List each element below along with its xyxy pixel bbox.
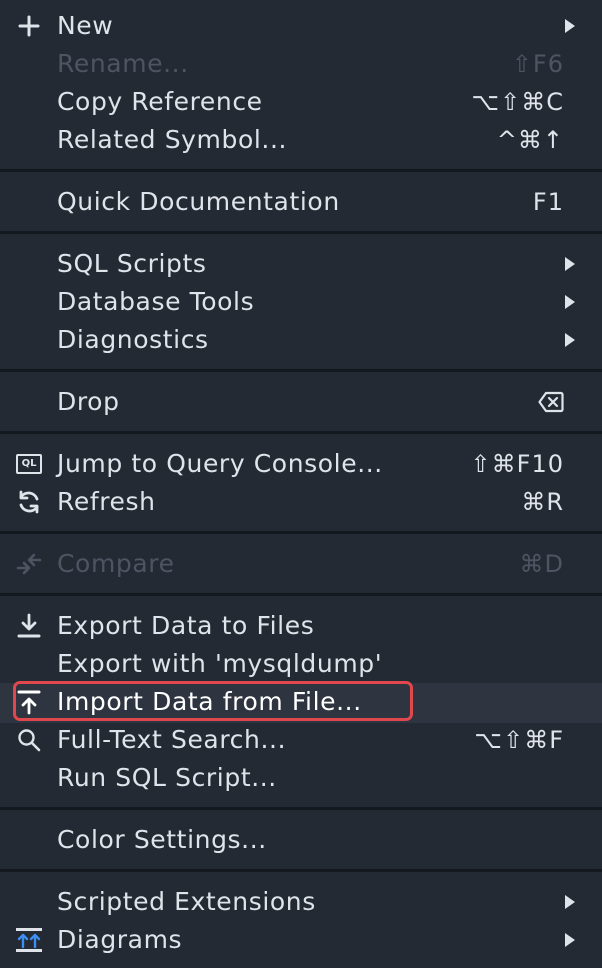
menu-item-export-with-mysqldump[interactable]: Export with 'mysqldump' — [0, 645, 602, 683]
refresh-icon — [12, 489, 46, 515]
menu-separator — [0, 231, 602, 234]
menu-item-label: Related Symbol... — [57, 125, 288, 154]
diagram-icon — [12, 927, 46, 953]
menu-item-label: Database Tools — [57, 287, 255, 316]
plus-icon — [12, 13, 46, 39]
menu-separator — [0, 431, 602, 434]
menu-item-label: Color Settings... — [57, 825, 267, 854]
menu-item-scripted-extensions[interactable]: Scripted Extensions — [0, 883, 602, 921]
menu-item-shortcut: ⌘D — [519, 550, 564, 578]
menu-separator — [0, 169, 602, 172]
menu-item-new[interactable]: New — [0, 7, 602, 45]
menu-item-shortcut: ^⌘↑ — [496, 126, 564, 154]
menu-separator — [0, 369, 602, 372]
menu-item-label: Quick Documentation — [57, 187, 340, 216]
submenu-arrow-icon — [565, 257, 575, 271]
menu-item-copy-reference[interactable]: Copy Reference ⌥⇧⌘C — [0, 83, 602, 121]
menu-item-full-text-search[interactable]: Full-Text Search... ⌥⇧⌘F — [0, 721, 602, 759]
menu-item-label: Export Data to Files — [57, 611, 315, 640]
query-console-icon: QL — [12, 451, 46, 477]
search-icon — [12, 727, 46, 753]
menu-item-rename[interactable]: Rename... ⇧F6 — [0, 45, 602, 83]
menu-item-label: Refresh — [57, 487, 156, 516]
menu-item-shortcut: ⇧F6 — [511, 50, 564, 78]
menu-item-diagnostics[interactable]: Diagnostics — [0, 321, 602, 359]
submenu-arrow-icon — [565, 895, 575, 909]
menu-item-shortcut: ⌥⇧⌘C — [471, 88, 564, 116]
submenu-arrow-icon — [565, 19, 575, 33]
menu-item-shortcut: F1 — [532, 188, 564, 216]
context-menu: New Rename... ⇧F6 Copy Reference ⌥⇧⌘C Re… — [0, 0, 602, 968]
menu-item-label: Jump to Query Console... — [57, 449, 383, 478]
menu-item-drop[interactable]: Drop — [0, 383, 602, 421]
menu-item-label: Copy Reference — [57, 87, 263, 116]
menu-item-related-symbol[interactable]: Related Symbol... ^⌘↑ — [0, 121, 602, 159]
menu-item-label: Full-Text Search... — [57, 725, 287, 754]
highlight-annotation — [13, 681, 413, 721]
menu-item-shortcut: ⌘R — [521, 488, 564, 516]
menu-item-run-sql-script[interactable]: Run SQL Script... — [0, 759, 602, 797]
menu-separator — [0, 869, 602, 872]
submenu-arrow-icon — [565, 933, 575, 947]
delete-key-icon — [538, 391, 564, 413]
menu-item-shortcut: ⌥⇧⌘F — [474, 726, 564, 754]
menu-separator — [0, 593, 602, 596]
submenu-arrow-icon — [565, 295, 575, 309]
menu-item-shortcut: ⇧⌘F10 — [470, 450, 564, 478]
menu-separator — [0, 531, 602, 534]
menu-item-label: Compare — [57, 549, 175, 578]
menu-item-label: Export with 'mysqldump' — [57, 649, 383, 678]
menu-item-label: SQL Scripts — [57, 249, 207, 278]
menu-item-diagrams[interactable]: Diagrams — [0, 921, 602, 959]
submenu-arrow-icon — [565, 333, 575, 347]
menu-item-refresh[interactable]: Refresh ⌘R — [0, 483, 602, 521]
menu-item-database-tools[interactable]: Database Tools — [0, 283, 602, 321]
menu-item-label: Diagnostics — [57, 325, 209, 354]
menu-item-label: Run SQL Script... — [57, 763, 277, 792]
menu-separator — [0, 807, 602, 810]
menu-item-jump-to-query-console[interactable]: QL Jump to Query Console... ⇧⌘F10 — [0, 445, 602, 483]
menu-item-label: New — [57, 11, 114, 40]
menu-item-label: Rename... — [57, 49, 189, 78]
compare-icon — [12, 551, 46, 577]
menu-item-sql-scripts[interactable]: SQL Scripts — [0, 245, 602, 283]
query-console-icon-text: QL — [16, 454, 42, 474]
menu-item-label: Diagrams — [57, 925, 183, 954]
menu-item-label: Drop — [57, 387, 120, 416]
menu-item-color-settings[interactable]: Color Settings... — [0, 821, 602, 859]
download-icon — [12, 613, 46, 639]
menu-item-label: Scripted Extensions — [57, 887, 316, 916]
menu-item-quick-documentation[interactable]: Quick Documentation F1 — [0, 183, 602, 221]
menu-item-compare[interactable]: Compare ⌘D — [0, 545, 602, 583]
menu-item-export-data-to-files[interactable]: Export Data to Files — [0, 607, 602, 645]
